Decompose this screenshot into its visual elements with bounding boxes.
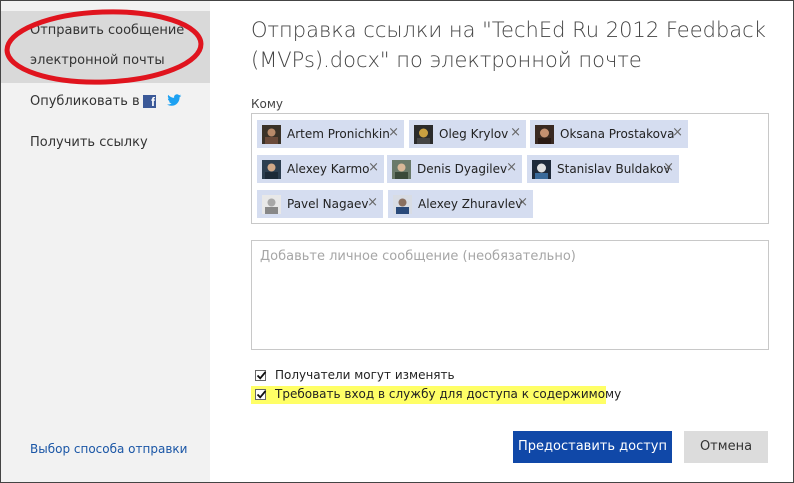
sidebar-item-get-link[interactable]: Получить ссылку xyxy=(1,133,210,155)
remove-recipient-icon[interactable]: × xyxy=(663,160,674,175)
avatar xyxy=(414,125,433,144)
personal-message-input[interactable]: Добавьте личное сообщение (необязательно… xyxy=(251,240,769,350)
recipient-name: Artem Pronichkin xyxy=(287,127,390,141)
recipient-chip[interactable]: Denis Dyagilev × xyxy=(387,155,522,183)
avatar xyxy=(535,125,554,144)
personal-message-placeholder: Добавьте личное сообщение (необязательно… xyxy=(260,249,576,264)
recipient-name: Stanislav Buldakov xyxy=(557,162,671,176)
recipient-name: Denis Dyagilev xyxy=(417,162,508,176)
recipient-name: Pavel Nagaev xyxy=(287,197,369,211)
recipient-name: Oleg Krylov xyxy=(439,127,509,141)
recipient-chip[interactable]: Oksana Prostakova × xyxy=(530,120,688,148)
sidebar-item-publish[interactable]: Опубликовать в f xyxy=(1,91,210,115)
avatar xyxy=(532,160,551,179)
sidebar-item-publish-label: Опубликовать в xyxy=(30,94,140,109)
cancel-button[interactable]: Отмена xyxy=(684,431,768,463)
checkbox[interactable] xyxy=(255,370,267,381)
twitter-icon[interactable] xyxy=(167,94,182,111)
option-label: Требовать вход в службу для доступа к со… xyxy=(275,387,622,401)
avatar xyxy=(262,160,281,179)
avatar xyxy=(392,160,411,179)
sidebar: Отправить сообщение электронной почты Оп… xyxy=(1,1,210,482)
recipients-field[interactable]: Artem Pronichkin × Oleg Krylov × Oksana … xyxy=(251,113,769,224)
recipient-chip[interactable]: Artem Pronichkin × xyxy=(257,120,404,148)
avatar xyxy=(262,195,281,214)
facebook-icon[interactable]: f xyxy=(143,95,156,108)
send-method-link[interactable]: Выбор способа отправки xyxy=(30,442,187,456)
remove-recipient-icon[interactable]: × xyxy=(510,125,521,140)
avatar xyxy=(262,125,281,144)
sidebar-item-send-email-label-line1: Отправить сообщение xyxy=(30,23,185,38)
remove-recipient-icon[interactable]: × xyxy=(367,195,378,210)
share-dialog: Отправить сообщение электронной почты Оп… xyxy=(0,0,794,483)
remove-recipient-icon[interactable]: × xyxy=(672,125,683,140)
recipient-name: Oksana Prostakova xyxy=(560,127,675,141)
share-button[interactable]: Предоставить доступ xyxy=(513,431,672,463)
remove-recipient-icon[interactable]: × xyxy=(506,160,517,175)
checkmark-icon xyxy=(256,390,267,399)
option-require-sign-in[interactable]: Требовать вход в службу для доступа к со… xyxy=(251,386,621,404)
checkmark-icon xyxy=(256,371,267,380)
remove-recipient-icon[interactable]: × xyxy=(517,195,528,210)
recipient-chip[interactable]: Alexey Zhuravlev × xyxy=(388,190,533,218)
sidebar-item-get-link-label: Получить ссылку xyxy=(30,135,148,150)
sidebar-item-send-email-label-line2: электронной почты xyxy=(30,53,165,68)
avatar xyxy=(393,195,412,214)
recipient-name: Alexey Zhuravlev xyxy=(418,197,523,211)
option-recipients-can-edit[interactable]: Получатели могут изменять xyxy=(251,367,491,385)
recipient-chip[interactable]: Pavel Nagaev × xyxy=(257,190,383,218)
recipient-chip[interactable]: Stanislav Buldakov × xyxy=(527,155,679,183)
option-label: Получатели могут изменять xyxy=(275,368,455,382)
recipient-name: Alexey Karmo xyxy=(287,162,370,176)
dialog-title: Отправка ссылки на "TechEd Ru 2012 Feedb… xyxy=(251,18,766,72)
recipient-chip[interactable]: Oleg Krylov × xyxy=(409,120,526,148)
remove-recipient-icon[interactable]: × xyxy=(368,160,379,175)
checkbox[interactable] xyxy=(255,389,267,400)
remove-recipient-icon[interactable]: × xyxy=(388,125,399,140)
recipient-chip[interactable]: Alexey Karmo × xyxy=(257,155,384,183)
to-label: Кому xyxy=(251,97,284,111)
sidebar-item-send-email[interactable]: Отправить сообщение электронной почты xyxy=(1,11,210,83)
